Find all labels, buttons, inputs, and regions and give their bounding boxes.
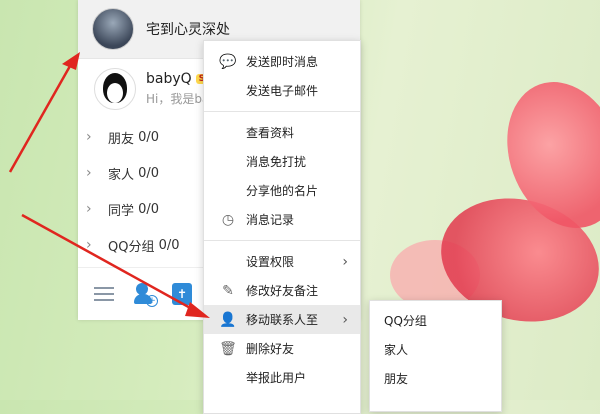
menu-item-set-permissions[interactable]: 设置权限 › [204,247,360,276]
group-label: QQ分组 [108,239,155,255]
menu-item-label: 发送电子邮件 [246,84,319,98]
menu-item-edit-remark[interactable]: ✎ 修改好友备注 [204,276,360,305]
menu-item-delete-friend[interactable]: 🗑 删除好友 [204,334,360,363]
menu-item-label: 查看资料 [246,126,295,140]
chevron-right-icon: › [86,201,92,217]
submenu-item-friends[interactable]: 朋友 [370,364,501,393]
user-avatar[interactable] [92,8,134,50]
group-label: 同学 [108,203,135,219]
pencil-icon: ✎ [222,282,234,299]
menu-item-label: 举报此用户 [246,371,307,385]
contact-name: babyQ [146,71,192,87]
move-contact-submenu: QQ分组 家人 朋友 [369,300,502,412]
chevron-right-icon: › [86,129,92,145]
menu-divider [204,111,360,112]
user-move-icon: 👤 [219,311,237,328]
add-friend-icon[interactable]: + [134,283,158,307]
menu-item-send-message[interactable]: 💬 发送即时消息 [204,47,360,76]
submenu-item-family[interactable]: 家人 [370,335,501,364]
menu-item-label: 消息免打扰 [246,155,307,169]
menu-item-do-not-disturb[interactable]: 消息免打扰 [204,147,360,176]
menu-item-label: 删除好友 [246,342,295,356]
group-count: 0/0 [138,201,160,217]
babyq-avatar [94,68,136,110]
chevron-right-icon: › [342,311,348,328]
menu-item-report-user[interactable]: 举报此用户 [204,363,360,392]
menu-item-view-profile[interactable]: 查看资料 [204,118,360,147]
clock-icon: ◷ [221,211,235,228]
menu-item-send-email[interactable]: 发送电子邮件 [204,76,360,105]
group-count: 0/0 [138,129,160,145]
menu-item-label: 消息记录 [246,213,295,227]
chevron-right-icon: › [86,165,92,181]
chevron-right-icon: › [342,253,348,270]
group-count: 0/0 [158,237,180,253]
menu-item-label: 修改好友备注 [246,284,319,298]
trash-icon: 🗑 [219,340,237,357]
menu-item-label: 设置权限 [246,255,295,269]
menu-item-label: 移动联系人至 [246,313,319,327]
menu-item-label: 发送即时消息 [246,55,319,69]
main-menu-icon[interactable] [94,283,114,305]
chevron-right-icon: › [86,237,92,253]
annotation-arrow-to-avatar [8,65,72,173]
menu-item-message-history[interactable]: ◷ 消息记录 [204,205,360,234]
menu-item-label: 分享他的名片 [246,184,319,198]
submenu-item-qq-group[interactable]: QQ分组 [370,306,501,335]
menu-divider [204,240,360,241]
group-label: 家人 [108,167,135,183]
chat-bubble-icon: 💬 [219,53,237,70]
group-count: 0/0 [138,165,160,181]
menu-item-move-contact[interactable]: 👤 移动联系人至 › [204,305,360,334]
user-name: 宅到心灵深处 [146,22,230,38]
group-label: 朋友 [108,131,135,147]
menu-item-share-card[interactable]: 分享他的名片 [204,176,360,205]
contact-context-menu: 💬 发送即时消息 发送电子邮件 查看资料 消息免打扰 分享他的名片 ◷ 消息记录… [203,40,361,414]
app-manager-icon[interactable]: ✝ [172,283,192,305]
